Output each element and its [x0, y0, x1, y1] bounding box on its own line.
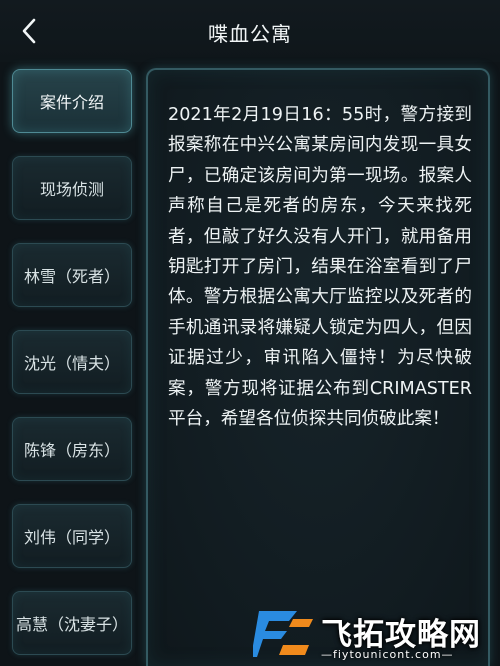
site-logo-icon	[253, 611, 313, 657]
top-bar: 喋血公寓	[0, 0, 500, 62]
sidebar-item-case-intro[interactable]: 案件介绍	[12, 69, 132, 133]
watermark: 飞拓攻略网 —fiytounicont.com—	[253, 603, 500, 666]
sidebar-item-gao-hui[interactable]: 高慧（沈妻子）	[12, 591, 132, 655]
case-info-panel: 2021年2月19日16：55时，警方接到报案称在中兴公寓某房间内发现一具女尸，…	[146, 68, 490, 666]
sidebar: 案件介绍 现场侦测 林雪（死者） 沈光（情夫） 陈锋（房东） 刘伟（同学） 高慧…	[0, 62, 145, 666]
watermark-url: —fiytounicont.com—	[321, 648, 454, 661]
sidebar-item-liu-wei[interactable]: 刘伟（同学）	[12, 504, 132, 568]
sidebar-item-lin-xue[interactable]: 林雪（死者）	[12, 243, 132, 307]
page-title: 喋血公寓	[208, 22, 292, 46]
sidebar-item-chen-feng[interactable]: 陈锋（房东）	[12, 417, 132, 481]
sidebar-item-scene-investigation[interactable]: 现场侦测	[12, 156, 132, 220]
case-description: 2021年2月19日16：55时，警方接到报案称在中兴公寓某房间内发现一具女尸，…	[168, 105, 472, 430]
sidebar-item-shen-guang[interactable]: 沈光（情夫）	[12, 330, 132, 394]
